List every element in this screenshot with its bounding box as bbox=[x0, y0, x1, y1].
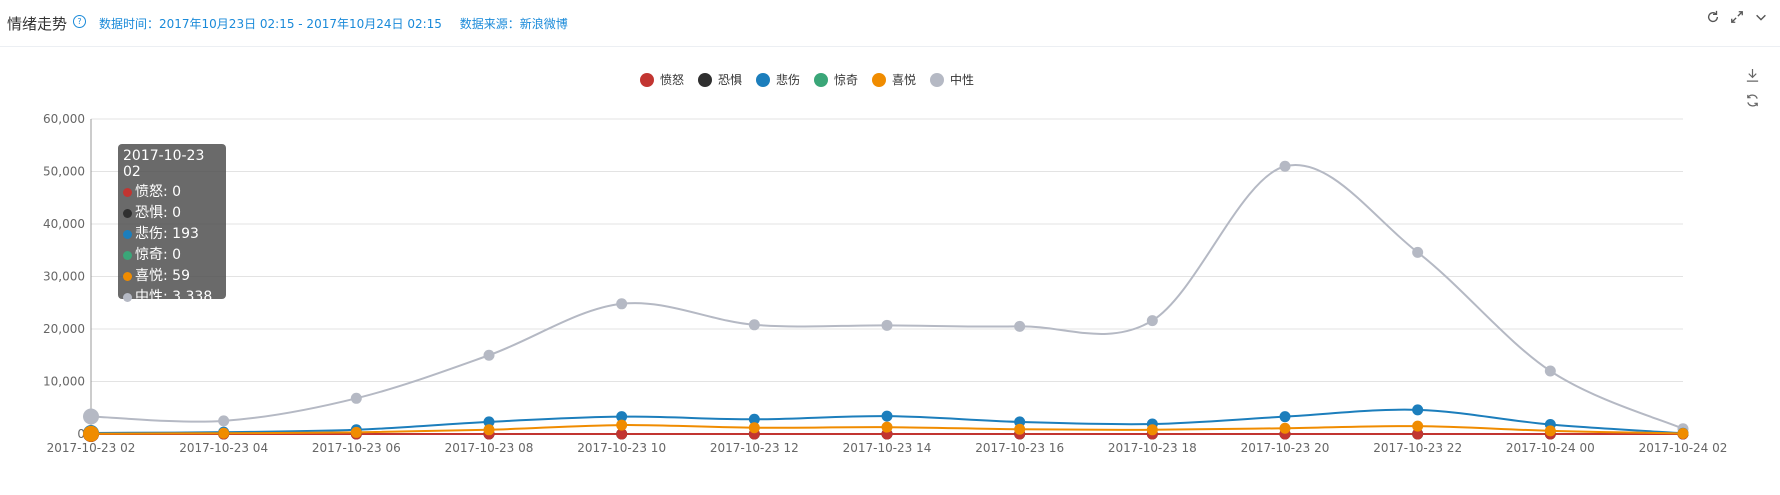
series-dot-icon bbox=[123, 229, 132, 239]
tooltip-row-label: 悲伤: 193 bbox=[135, 226, 199, 242]
data-source: 数据来源：新浪微博 bbox=[459, 17, 568, 31]
legend-label: 愤怒 bbox=[660, 72, 684, 87]
data-point bbox=[881, 319, 893, 331]
tooltip-row-label: 惊奇: 0 bbox=[135, 247, 182, 263]
y-tick-label: 20,000 bbox=[43, 322, 85, 336]
y-tick-label: 50,000 bbox=[43, 165, 85, 179]
legend-label: 悲伤 bbox=[776, 72, 800, 87]
series-dot-icon bbox=[123, 271, 132, 281]
legend-label: 喜悦 bbox=[892, 73, 916, 87]
tooltip-row: 愤怒: 0 bbox=[123, 182, 226, 203]
data-point bbox=[483, 424, 495, 436]
tooltip: 2017-10-23 02 愤怒: 0 恐惧: 0 悲伤: 193 惊奇: 0 喜悦: … bbox=[118, 144, 226, 305]
legend-marker-icon bbox=[698, 73, 712, 87]
data-point bbox=[1544, 425, 1556, 437]
x-tick-label: 2017-10-23 16 bbox=[975, 441, 1064, 455]
legend-marker-icon bbox=[930, 73, 944, 87]
x-tick-label: 2017-10-23 06 bbox=[312, 441, 401, 455]
series-dot-icon bbox=[123, 292, 132, 302]
refresh-icon[interactable] bbox=[1706, 10, 1720, 24]
legend-marker-icon bbox=[756, 73, 770, 87]
series-points bbox=[83, 160, 1689, 442]
x-tick-label: 2017-10-23 02 bbox=[47, 441, 136, 455]
x-tick-label: 2017-10-23 14 bbox=[843, 441, 932, 455]
tooltip-row: 惊奇: 0 bbox=[123, 245, 226, 266]
series-dot-icon bbox=[123, 187, 132, 197]
legend-label: 中性 bbox=[950, 72, 974, 87]
data-point bbox=[1544, 365, 1556, 377]
data-point bbox=[218, 415, 230, 427]
data-point bbox=[881, 421, 893, 433]
tooltip-row: 恐惧: 0 bbox=[123, 203, 226, 224]
y-tick-label: 10,000 bbox=[43, 375, 85, 389]
x-tick-label: 2017-10-23 22 bbox=[1373, 441, 1462, 455]
data-point bbox=[1014, 320, 1026, 332]
chart-toolbox bbox=[1745, 68, 1760, 108]
data-point bbox=[1146, 424, 1158, 436]
x-tick-label: 2017-10-23 04 bbox=[179, 441, 268, 455]
tooltip-row: 悲伤: 193 bbox=[123, 224, 226, 245]
data-point bbox=[748, 319, 760, 331]
legend: 愤怒 恐惧 悲伤 惊奇 喜悦 中性 bbox=[640, 72, 974, 87]
tooltip-row-label: 喜悦: 59 bbox=[135, 268, 190, 284]
data-point bbox=[1279, 422, 1291, 434]
data-point bbox=[350, 426, 362, 438]
tooltip-title: 2017-10-23 02 bbox=[123, 148, 205, 180]
data-point bbox=[1412, 404, 1424, 416]
panel-header: 情绪走势 ? 数据时间：2017年10月23日 02:15 - 2017年10月… bbox=[0, 0, 1780, 47]
legend-marker-icon bbox=[814, 73, 828, 87]
series-dot-icon bbox=[123, 250, 132, 260]
meta-info: 数据时间：2017年10月23日 02:15 - 2017年10月24日 02:… bbox=[99, 15, 582, 32]
data-point bbox=[748, 422, 760, 434]
y-tick-label: 60,000 bbox=[43, 112, 85, 126]
tooltip-row-label: 中性: 3,338 bbox=[135, 289, 213, 305]
expand-icon[interactable] bbox=[1730, 10, 1744, 24]
restore-icon[interactable] bbox=[1745, 93, 1760, 108]
data-point bbox=[83, 408, 99, 425]
emotion-trend-chart: 010,00020,00030,00040,00050,00060,000 20… bbox=[43, 72, 1728, 455]
data-point bbox=[881, 410, 893, 422]
data-point bbox=[483, 349, 495, 361]
tooltip-row: 喜悦: 59 bbox=[123, 266, 226, 287]
x-tick-label: 2017-10-23 12 bbox=[710, 441, 799, 455]
data-point bbox=[1677, 427, 1689, 439]
data-point bbox=[1279, 160, 1291, 172]
series-dot-icon bbox=[123, 208, 132, 218]
tooltip-row-label: 愤怒: 0 bbox=[135, 184, 182, 200]
x-tick-label: 2017-10-23 10 bbox=[577, 441, 666, 455]
tooltip-rows: 愤怒: 0 恐惧: 0 悲伤: 193 惊奇: 0 喜悦: 59 中性: 3,338 bbox=[123, 182, 226, 308]
legend-marker-icon bbox=[640, 73, 654, 87]
chevron-down-icon[interactable] bbox=[1754, 10, 1768, 24]
data-point bbox=[1014, 423, 1026, 435]
data-point bbox=[1412, 420, 1424, 432]
data-point bbox=[1146, 315, 1158, 327]
y-tick-label: 30,000 bbox=[43, 270, 85, 284]
x-tick-label: 2017-10-24 02 bbox=[1639, 441, 1728, 455]
y-tick-label: 40,000 bbox=[43, 217, 85, 231]
data-point bbox=[616, 298, 628, 310]
data-point bbox=[616, 419, 628, 431]
legend-marker-icon bbox=[872, 73, 886, 87]
legend-label: 恐惧 bbox=[718, 72, 742, 87]
series-lines bbox=[90, 163, 1684, 436]
x-tick-label: 2017-10-23 18 bbox=[1108, 441, 1197, 455]
x-tick-label: 2017-10-24 00 bbox=[1506, 441, 1595, 455]
data-point bbox=[83, 425, 99, 442]
x-tick-label: 2017-10-23 08 bbox=[445, 441, 534, 455]
legend-label: 惊奇 bbox=[834, 72, 858, 87]
data-time: 数据时间：2017年10月23日 02:15 - 2017年10月24日 02:… bbox=[99, 17, 442, 31]
tooltip-row-label: 恐惧: 0 bbox=[135, 205, 182, 221]
data-point bbox=[1412, 246, 1424, 258]
y-axis: 010,00020,00030,00040,00050,00060,000 bbox=[43, 112, 92, 441]
header-tools bbox=[1706, 10, 1768, 24]
x-tick-label: 2017-10-23 20 bbox=[1241, 441, 1330, 455]
panel-title: 情绪走势 bbox=[7, 15, 68, 33]
data-point bbox=[218, 427, 230, 439]
help-icon[interactable]: ? bbox=[73, 15, 86, 28]
data-point bbox=[1279, 411, 1291, 423]
download-icon[interactable] bbox=[1745, 68, 1760, 83]
data-point bbox=[350, 392, 362, 404]
tooltip-row: 中性: 3,338 bbox=[123, 287, 226, 308]
series-line bbox=[90, 163, 1684, 430]
